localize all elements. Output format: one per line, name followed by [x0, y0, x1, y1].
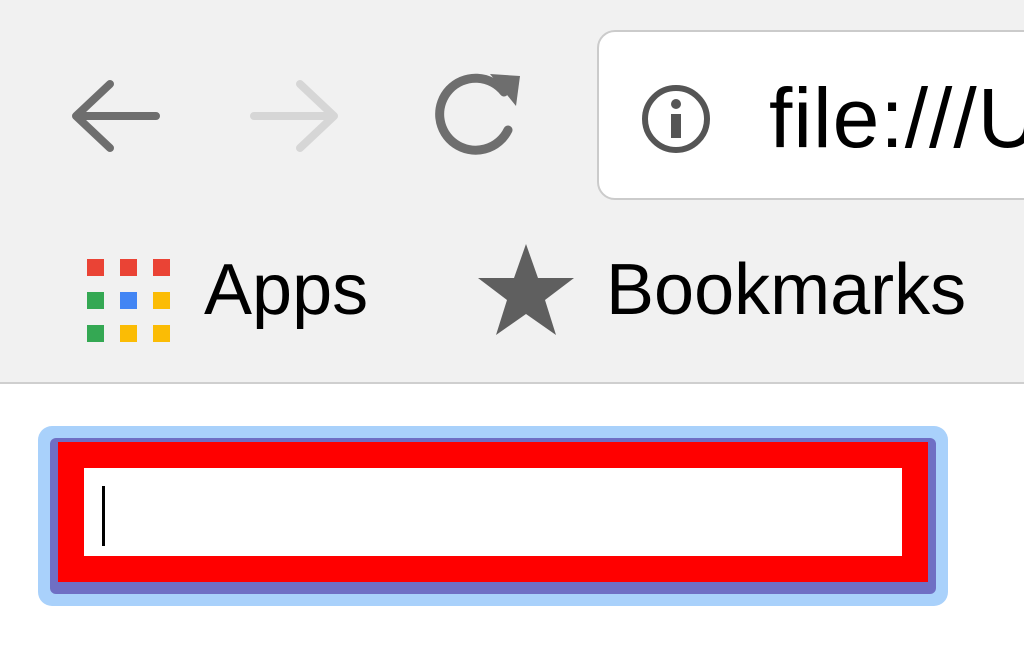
- forward-button[interactable]: [248, 68, 344, 164]
- star-icon: [478, 244, 574, 335]
- bookmark-apps[interactable]: Apps: [84, 230, 368, 350]
- reload-icon: [435, 73, 520, 155]
- bookmark-apps-label: Apps: [204, 250, 369, 330]
- reload-button[interactable]: [428, 68, 528, 164]
- apps-grid-icon: [84, 245, 174, 342]
- back-button[interactable]: [66, 68, 162, 164]
- browser-chrome: file:///U Apps Bookmarks: [0, 0, 1024, 384]
- arrow-right-icon: [250, 80, 338, 152]
- bookmarks-bar: Apps Bookmarks: [0, 230, 1024, 360]
- address-bar[interactable]: file:///U: [597, 30, 1024, 200]
- text-input[interactable]: [58, 442, 928, 582]
- bookmark-bookmarks[interactable]: Bookmarks: [476, 230, 966, 350]
- url-text[interactable]: file:///U: [769, 68, 1024, 168]
- bookmark-bookmarks-label: Bookmarks: [606, 250, 967, 330]
- page-content: [0, 384, 1024, 670]
- info-icon[interactable]: [641, 84, 711, 154]
- arrow-left-icon: [72, 80, 160, 152]
- text-input-inner[interactable]: [84, 468, 902, 556]
- text-caret: [102, 486, 105, 546]
